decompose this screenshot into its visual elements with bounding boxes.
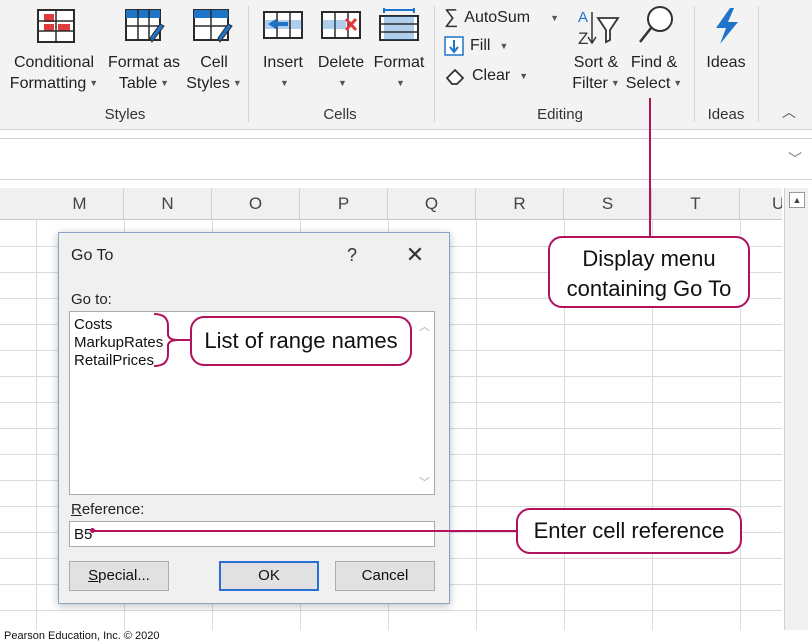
- group-divider: [248, 6, 249, 122]
- sigma-icon: ∑: [444, 6, 459, 28]
- magnifier-icon: [639, 6, 673, 43]
- column-header[interactable]: P: [300, 188, 388, 220]
- cells-group-label: Cells: [323, 106, 357, 123]
- format-button[interactable]: Format ▼: [370, 4, 428, 100]
- insert-button[interactable]: Insert ▼: [256, 4, 310, 100]
- autosum-button[interactable]: ∑ AutoSum ▼: [444, 6, 559, 29]
- format-as-table-button[interactable]: Format as Table ▼: [104, 4, 184, 100]
- column-header[interactable]: R: [476, 188, 564, 220]
- gridline: [476, 220, 477, 630]
- chevron-down-icon: ▼: [673, 78, 683, 89]
- format-cells-icon: [379, 8, 419, 41]
- delete-cells-icon: [321, 11, 361, 39]
- copyright-notice: Pearson Education, Inc. © 2020: [4, 630, 160, 642]
- eraser-icon: [445, 68, 465, 85]
- format-as-table-icon: [125, 9, 165, 43]
- fill-button[interactable]: Fill ▼: [444, 36, 508, 56]
- conditional-formatting-button[interactable]: Conditional Formatting ▼: [6, 4, 102, 100]
- ideas-label: Ideas: [706, 54, 746, 71]
- chevron-down-icon: ▼: [396, 78, 405, 89]
- fill-down-icon: [444, 36, 464, 56]
- clear-button[interactable]: Clear ▼: [444, 66, 528, 86]
- find-select-label: Find & Select ▼: [625, 54, 683, 92]
- list-item[interactable]: Costs: [74, 316, 112, 333]
- delete-button[interactable]: Delete ▼: [314, 4, 368, 100]
- format-as-table-label: Format as Table ▼: [107, 54, 180, 92]
- dialog-title: Go To: [71, 247, 114, 264]
- reference-label: Reference:: [71, 501, 145, 518]
- special-button[interactable]: Special...: [69, 561, 169, 591]
- cell-styles-icon: [193, 9, 233, 43]
- chevron-down-icon[interactable]: ▼: [550, 13, 559, 23]
- sort-filter-label: Sort & Filter ▼: [572, 54, 620, 92]
- cancel-button[interactable]: Cancel: [335, 561, 435, 591]
- svg-text:A: A: [578, 9, 588, 26]
- column-header[interactable]: S: [564, 188, 652, 220]
- chevron-down-icon: ▼: [610, 78, 620, 89]
- ok-button[interactable]: OK: [219, 561, 319, 591]
- list-scrollbar[interactable]: ︿ ﹀: [416, 312, 434, 494]
- chevron-down-icon: ▼: [160, 78, 170, 89]
- go-to-label: Go to:: [71, 291, 112, 308]
- insert-label: Insert ▼: [262, 54, 303, 89]
- editing-group-label: Editing: [537, 106, 583, 123]
- vertical-scrollbar[interactable]: ▲: [784, 188, 808, 630]
- expand-formula-bar-icon[interactable]: ﹀: [788, 149, 802, 169]
- column-header[interactable]: T: [652, 188, 740, 220]
- go-to-dialog: Go To ? ✕ Go to: Costs MarkupRates Retai…: [58, 232, 450, 604]
- scroll-up-icon[interactable]: ︿: [419, 318, 430, 334]
- ideas-group-label: Ideas: [707, 106, 745, 123]
- callout-anchor-dot: [90, 528, 95, 533]
- column-header[interactable]: O: [212, 188, 300, 220]
- insert-cells-icon: [263, 11, 303, 39]
- group-divider: [694, 6, 695, 122]
- chevron-down-icon: ▼: [338, 78, 347, 89]
- callout-display-menu: Display menu containing Go To: [548, 236, 750, 308]
- find-select-button[interactable]: Find & Select ▼: [624, 4, 684, 100]
- formula-bar[interactable]: ﹀: [0, 138, 812, 180]
- collapse-ribbon-icon[interactable]: ︿: [782, 102, 796, 122]
- lightning-icon: [716, 8, 738, 44]
- gridline: [0, 610, 782, 611]
- styles-group-label: Styles: [104, 106, 146, 123]
- column-header[interactable]: N: [124, 188, 212, 220]
- svg-text:Z: Z: [578, 29, 588, 48]
- scroll-up-icon[interactable]: ▲: [789, 192, 805, 208]
- format-label: Format ▼: [373, 54, 425, 89]
- list-item[interactable]: RetailPrices: [74, 352, 154, 369]
- delete-label: Delete ▼: [317, 54, 365, 89]
- column-header[interactable]: M: [36, 188, 124, 220]
- sort-filter-icon: A Z: [578, 9, 620, 48]
- group-divider: [434, 6, 435, 122]
- chevron-down-icon: ▼: [232, 78, 242, 89]
- reference-input[interactable]: [69, 521, 435, 547]
- callout-leader-line: [649, 98, 651, 238]
- conditional-formatting-label: Conditional Formatting ▼: [9, 54, 99, 92]
- cell-styles-button[interactable]: Cell Styles ▼: [184, 4, 244, 100]
- chevron-down-icon: ▼: [519, 71, 529, 81]
- chevron-down-icon: ▼: [280, 78, 289, 89]
- help-icon[interactable]: ?: [347, 245, 357, 266]
- ideas-button[interactable]: Ideas: [700, 4, 752, 100]
- chevron-down-icon: ▼: [89, 78, 99, 89]
- close-icon[interactable]: ✕: [401, 241, 429, 269]
- chevron-down-icon: ▼: [499, 41, 509, 51]
- column-header[interactable]: U: [740, 188, 782, 220]
- cell-styles-label: Cell Styles ▼: [186, 54, 242, 92]
- scroll-down-icon[interactable]: ﹀: [419, 474, 430, 490]
- callout-cell-reference: Enter cell reference: [516, 508, 742, 554]
- column-header[interactable]: Q: [388, 188, 476, 220]
- callout-leader-line: [92, 530, 518, 532]
- column-headers: M N O P Q R S T U: [0, 188, 782, 220]
- sort-filter-button[interactable]: A Z Sort & Filter ▼: [568, 4, 624, 100]
- range-names-bracket: [153, 313, 192, 367]
- group-divider: [758, 6, 759, 122]
- ribbon: Conditional Formatting ▼ Format as Table ▼: [0, 0, 812, 130]
- conditional-formatting-icon: [37, 9, 75, 43]
- callout-range-names: List of range names: [190, 316, 412, 366]
- gridline: [36, 220, 37, 630]
